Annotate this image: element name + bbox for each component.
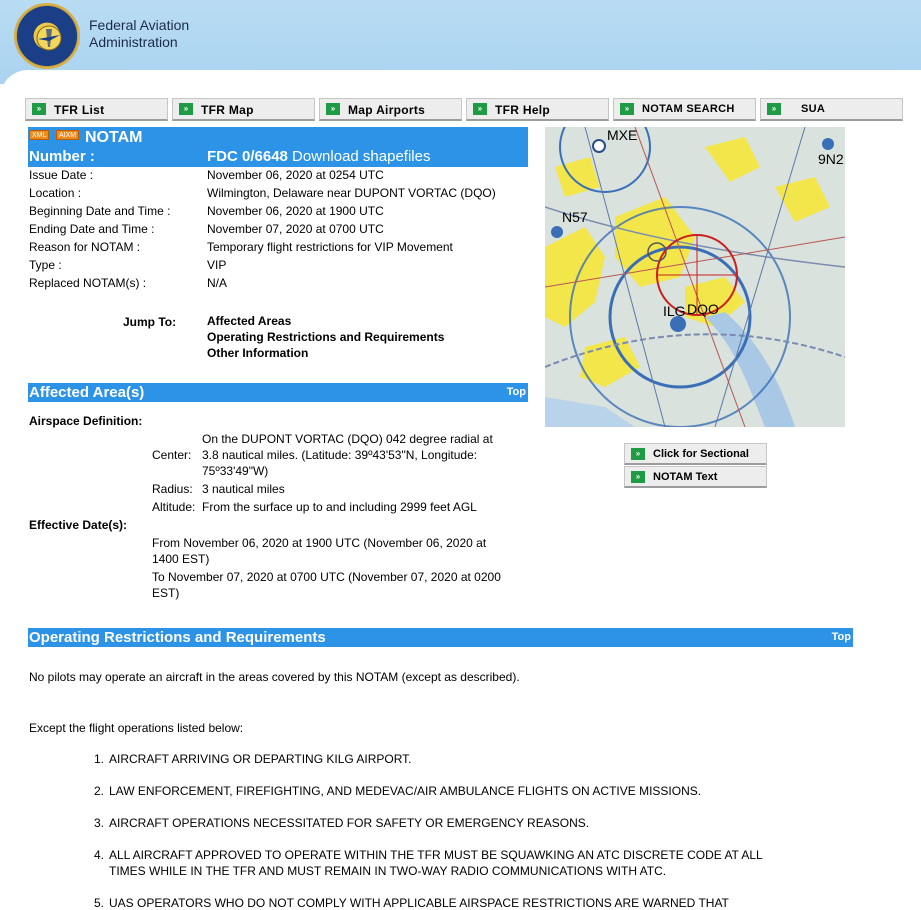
center-line-3: 75º33'49"W) [202, 464, 269, 478]
tab-sua[interactable]: » SUA [760, 98, 903, 121]
reason-label: Reason for NOTAM : [29, 240, 141, 254]
end-date-label: Ending Date and Time : [29, 222, 155, 236]
go-arrow-icon: » [767, 103, 781, 115]
list-item-number: 2. [94, 784, 105, 798]
sectional-chart-image [545, 127, 845, 427]
agency-name-line1: Federal Aviation [89, 17, 190, 33]
tab-tfr-help[interactable]: » TFR Help [466, 98, 609, 121]
go-arrow-icon: » [631, 471, 645, 483]
list-item-text: LAW ENFORCEMENT, FIREFIGHTING, AND MEDEV… [109, 784, 702, 798]
tab-label: TFR Help [495, 103, 551, 117]
replaced-label: Replaced NOTAM(s) : [29, 276, 147, 290]
tab-label: NOTAM SEARCH [642, 103, 735, 115]
go-arrow-icon: » [326, 103, 340, 115]
go-arrow-icon: » [179, 103, 193, 115]
altitude-label: Altitude: [152, 500, 196, 514]
notam-text-button[interactable]: » NOTAM Text [624, 466, 767, 488]
list-item-text: ALL AIRCRAFT APPROVED TO OPERATE WITHIN … [109, 848, 763, 862]
jump-to-label: Jump To: [123, 315, 177, 329]
list-item-text-line-2: TIMES WHILE IN THE TFR AND MUST REMAIN I… [109, 864, 667, 878]
jump-link-other-information[interactable]: Other Information [207, 346, 308, 360]
download-shapefiles-link[interactable]: Download shapefiles [292, 148, 430, 165]
number-value: FDC 0/6648 Download shapefiles [207, 148, 430, 165]
map-label-dqo: DQO [687, 301, 719, 317]
list-item-text: AIRCRAFT OPERATIONS NECESSITATED FOR SAF… [109, 816, 590, 830]
tab-map-airports[interactable]: » Map Airports [319, 98, 462, 121]
list-item-number: 1. [94, 752, 105, 766]
tab-tfr-list[interactable]: » TFR List [25, 98, 168, 121]
replaced-value: N/A [207, 276, 228, 290]
airspace-definition-label: Airspace Definition: [29, 414, 143, 428]
center-line-2: 3.8 nautical miles. (Latitude: 39º43'53"… [202, 448, 478, 462]
tab-label: TFR Map [201, 103, 254, 117]
from-date-line-1: From November 06, 2020 at 1900 UTC (Nove… [152, 536, 487, 550]
map-label-ilg: ILG [663, 303, 686, 319]
list-item-number: 3. [94, 816, 105, 830]
list-item-number: 4. [94, 848, 105, 862]
xml-badge[interactable]: XML [29, 130, 50, 140]
operating-paragraph-1: No pilots may operate an aircraft in the… [29, 670, 520, 684]
header-curve [0, 70, 921, 100]
reason-value: Temporary flight restrictions for VIP Mo… [207, 240, 453, 254]
notam-text-button-label: NOTAM Text [653, 471, 718, 483]
location-value: Wilmington, Delaware near DUPONT VORTAC … [207, 186, 496, 200]
agency-name[interactable]: Federal Aviation Administration [89, 17, 189, 51]
number-label: Number : [29, 148, 95, 165]
top-link[interactable]: Top [507, 386, 526, 398]
tab-label: Map Airports [348, 103, 426, 117]
sectional-button-label: Click for Sectional [653, 448, 749, 460]
center-label: Center: [152, 448, 192, 462]
tab-notam-search[interactable]: » NOTAM SEARCH [613, 98, 756, 121]
radius-value: 3 nautical miles [202, 482, 285, 496]
jump-link-affected-areas[interactable]: Affected Areas [207, 314, 291, 328]
type-value: VIP [207, 258, 227, 272]
issue-date-label: Issue Date : [29, 168, 94, 182]
effective-dates-label: Effective Date(s): [29, 518, 128, 532]
main-nav: » TFR List » TFR Map » Map Airports » TF… [25, 98, 905, 122]
top-link[interactable]: Top [832, 631, 851, 643]
list-item-text: UAS OPERATORS WHO DO NOT COMPLY WITH APP… [109, 896, 729, 910]
center-line-1: On the DUPONT VORTAC (DQO) 042 degree ra… [202, 432, 493, 446]
tfr-sectional-map[interactable]: MXE 9N2 N57 ILG DQO [545, 127, 845, 427]
tab-label: TFR List [54, 103, 105, 117]
to-date-line-1: To November 07, 2020 at 0700 UTC (Novemb… [152, 570, 501, 584]
agency-name-line2: Administration [89, 34, 178, 50]
operating-paragraph-2: Except the flight operations listed belo… [29, 721, 244, 735]
click-for-sectional-button[interactable]: » Click for Sectional [624, 443, 767, 465]
affected-areas-title: Affected Area(s) [29, 384, 145, 401]
list-item-text: AIRCRAFT ARRIVING OR DEPARTING KILG AIRP… [109, 752, 412, 766]
map-label-9n2: 9N2 [818, 151, 844, 167]
type-label: Type : [29, 258, 62, 272]
radius-label: Radius: [152, 482, 193, 496]
map-label-mxe: MXE [607, 127, 638, 143]
go-arrow-icon: » [32, 103, 46, 115]
map-label-n57: N57 [562, 209, 588, 225]
go-arrow-icon: » [631, 448, 645, 460]
tab-tfr-map[interactable]: » TFR Map [172, 98, 315, 121]
from-date-line-2: 1400 EST) [152, 552, 210, 566]
begin-date-value: November 06, 2020 at 1900 UTC [207, 204, 384, 218]
location-label: Location : [29, 186, 82, 200]
tab-label: SUA [801, 103, 826, 115]
operating-restrictions-header: Operating Restrictions and Requirements … [28, 628, 853, 647]
aixm-badge[interactable]: AIXM [56, 130, 80, 140]
notam-number: FDC 0/6648 [207, 148, 288, 165]
affected-areas-header: Affected Area(s) Top [28, 383, 528, 402]
faa-seal-icon[interactable] [14, 3, 80, 69]
end-date-value: November 07, 2020 at 0700 UTC [207, 222, 384, 236]
list-item-number: 5. [94, 896, 105, 910]
go-arrow-icon: » [473, 103, 487, 115]
begin-date-label: Beginning Date and Time : [29, 204, 171, 218]
jump-link-operating-restrictions[interactable]: Operating Restrictions and Requirements [207, 330, 444, 344]
to-date-line-2: EST) [152, 586, 180, 600]
operating-restrictions-title: Operating Restrictions and Requirements [29, 629, 326, 646]
issue-date-value: November 06, 2020 at 0254 UTC [207, 168, 384, 182]
notam-header: XML AIXM NOTAM Number : FDC 0/6648 Downl… [28, 127, 528, 167]
notam-title: NOTAM [85, 129, 143, 146]
altitude-value: From the surface up to and including 299… [202, 500, 477, 514]
go-arrow-icon: » [620, 103, 634, 115]
